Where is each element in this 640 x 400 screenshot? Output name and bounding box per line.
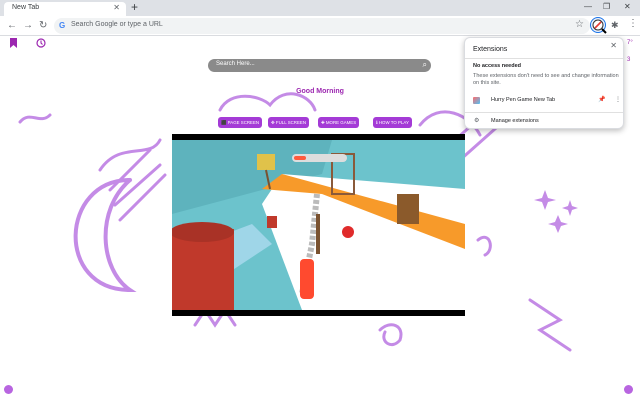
extension-menu-icon[interactable]: ⋮ — [615, 96, 621, 103]
greeting-text: Good Morning — [296, 88, 344, 95]
weather-subtext: 3 — [627, 57, 631, 63]
tab-strip: New Tab ✕ + — ❐ ✕ — [0, 0, 640, 16]
info-icon[interactable] — [624, 385, 633, 394]
search-icon[interactable]: ⌕ — [423, 60, 427, 70]
omnibox-placeholder: Search Google or type a URL — [71, 21, 163, 28]
google-icon: G — [59, 21, 66, 30]
weather-text: 7° — [627, 40, 633, 46]
full-screen-button[interactable]: ✥ FULL SCREEN — [268, 117, 309, 128]
extensions-puzzle-icon[interactable]: ✱ — [611, 20, 619, 31]
reload-icon[interactable]: ↻ — [39, 20, 47, 32]
search-placeholder: Search Here... — [216, 61, 255, 67]
game-scene — [172, 140, 465, 316]
bookmark-star-icon[interactable]: ☆ — [575, 19, 584, 30]
extension-row[interactable]: Hurry Pen Game New Tab 📌 ⋮ — [473, 96, 621, 108]
how-to-play-button[interactable]: ℹ HOW TO PLAY — [373, 117, 412, 128]
new-tab-button[interactable]: + — [131, 1, 138, 13]
tab-new-tab[interactable]: New Tab ✕ — [4, 2, 126, 16]
settings-gear-icon[interactable] — [4, 385, 13, 394]
back-icon[interactable]: ← — [7, 20, 17, 32]
divider — [465, 58, 623, 59]
extension-name: Hurry Pen Game New Tab — [491, 97, 556, 103]
pin-icon[interactable]: 📌 — [598, 96, 605, 103]
browser-menu-icon[interactable]: ⋮ — [628, 18, 638, 29]
restore-icon[interactable]: ❐ — [603, 2, 610, 12]
extension-toolbar-icon[interactable] — [590, 17, 607, 34]
divider — [465, 112, 623, 113]
extension-icon — [473, 97, 480, 104]
search-bar[interactable]: Search Here... ⌕ — [208, 59, 431, 72]
game-action-buttons: ⬛ PAGE SCREEN ✥ FULL SCREEN ✚ MORE GAMES… — [218, 117, 422, 129]
forward-icon[interactable]: → — [23, 20, 33, 32]
extensions-popup: Extensions ✕ No access needed These exte… — [464, 37, 624, 129]
history-shape — [36, 38, 46, 48]
omnibox[interactable]: G Search Google or type a URL ☆ — [54, 18, 590, 34]
popup-close-icon[interactable]: ✕ — [610, 41, 617, 50]
section-title: No access needed — [473, 63, 521, 69]
history-icon[interactable] — [36, 38, 46, 51]
manage-extensions-link[interactable]: Manage extensions — [491, 118, 539, 124]
minimize-icon[interactable]: — — [584, 2, 592, 12]
section-description: These extensions don't need to see and c… — [473, 73, 619, 86]
window-close-icon[interactable]: ✕ — [624, 2, 631, 12]
bookmark-shape — [10, 38, 17, 48]
bookmark-icon[interactable] — [9, 38, 18, 51]
more-games-button[interactable]: ✚ MORE GAMES — [318, 117, 360, 128]
tab-title: New Tab — [12, 4, 40, 11]
popup-title: Extensions — [473, 46, 508, 53]
tab-close-icon[interactable]: ✕ — [113, 3, 120, 13]
game-frame[interactable] — [172, 134, 465, 316]
pen-game-icon — [592, 19, 607, 34]
gear-icon: ⚙ — [474, 118, 480, 124]
page-screen-button[interactable]: ⬛ PAGE SCREEN — [218, 117, 263, 128]
